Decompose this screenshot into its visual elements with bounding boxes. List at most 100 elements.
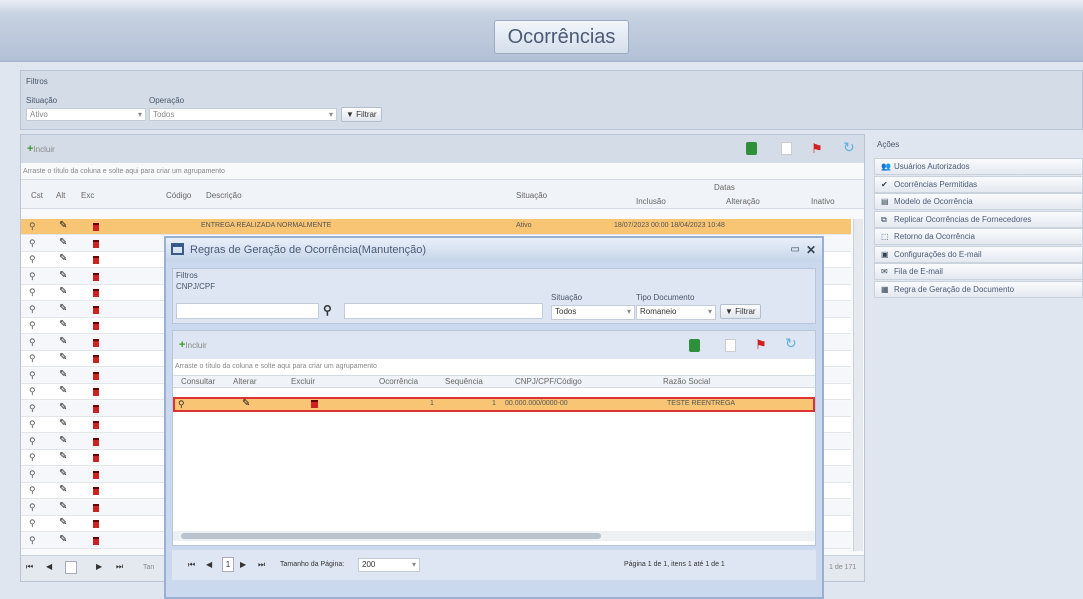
col-header-exc[interactable]: Exc: [81, 191, 94, 200]
next-page-icon[interactable]: ▶: [96, 562, 102, 571]
action-item[interactable]: ▣ Configurações do E-mail: [874, 245, 1083, 263]
pencil-icon[interactable]: ✎: [59, 435, 67, 446]
pencil-icon[interactable]: ✎: [59, 517, 67, 528]
trash-icon[interactable]: [93, 520, 99, 528]
action-item[interactable]: ⬚ Retorno da Ocorrência: [874, 228, 1083, 245]
col-header-razao-social[interactable]: Razão Social: [663, 377, 710, 386]
prev-page-icon[interactable]: ◀: [206, 560, 212, 569]
consultar-icon[interactable]: ⚲: [29, 502, 36, 513]
consultar-icon[interactable]: ⚲: [29, 535, 36, 546]
col-header-ocorrencia[interactable]: Ocorrência: [379, 377, 418, 386]
pencil-icon[interactable]: ✎: [59, 402, 67, 413]
consultar-icon[interactable]: ⚲: [29, 518, 36, 529]
trash-icon[interactable]: [93, 454, 99, 462]
pencil-icon[interactable]: ✎: [59, 418, 67, 429]
scrollbar-thumb[interactable]: [181, 533, 601, 539]
excel-icon[interactable]: [746, 142, 757, 155]
modal-filter-button[interactable]: ▼ Filtrar: [720, 304, 761, 319]
consultar-icon[interactable]: ⚲: [29, 221, 36, 232]
refresh-icon[interactable]: ↻: [843, 139, 855, 156]
pencil-icon[interactable]: ✎: [59, 319, 67, 330]
close-icon[interactable]: ✕: [806, 238, 816, 262]
first-page-icon[interactable]: ⏮: [26, 562, 33, 572]
consultar-icon[interactable]: ⚲: [29, 452, 36, 463]
col-header-alterar[interactable]: Alterar: [233, 377, 257, 386]
pencil-icon[interactable]: ✎: [242, 398, 250, 409]
trash-icon[interactable]: [311, 400, 318, 408]
col-header-cst[interactable]: Cst: [31, 191, 43, 200]
flag-icon[interactable]: ⚑: [811, 141, 823, 157]
next-page-icon[interactable]: ▶: [240, 560, 246, 569]
page-number-box[interactable]: 1: [222, 557, 234, 572]
cnpj-input[interactable]: [176, 303, 319, 319]
action-item[interactable]: ✉ Fila de E-mail: [874, 263, 1083, 280]
horizontal-scrollbar[interactable]: [173, 531, 815, 541]
pencil-icon[interactable]: ✎: [59, 385, 67, 396]
action-item[interactable]: ▤ Modelo de Ocorrência: [874, 193, 1083, 210]
refresh-icon[interactable]: ↻: [785, 335, 797, 352]
maximize-icon[interactable]: ▭: [791, 238, 800, 262]
pencil-icon[interactable]: ✎: [59, 451, 67, 462]
first-page-icon[interactable]: ⏮: [188, 560, 195, 570]
trash-icon[interactable]: [93, 322, 99, 330]
action-item[interactable]: ▦ Regra de Geração de Documento: [874, 280, 1083, 298]
filter-button[interactable]: ▼ Filtrar: [341, 107, 382, 122]
trash-icon[interactable]: [93, 272, 99, 281]
consultar-icon[interactable]: ⚲: [29, 254, 36, 265]
col-header-inativo[interactable]: Inativo: [811, 197, 835, 206]
consultar-icon[interactable]: ⚲: [29, 485, 36, 496]
trash-icon[interactable]: [93, 503, 99, 512]
flag-icon[interactable]: ⚑: [755, 337, 767, 353]
modal-add-button[interactable]: +Incluir: [179, 339, 207, 351]
pencil-icon[interactable]: ✎: [59, 534, 67, 545]
situacao-select[interactable]: Ativo ▾: [26, 108, 146, 121]
action-item[interactable]: ⧉ Replicar Ocorrências de Fornecedores: [874, 210, 1083, 228]
pencil-icon[interactable]: ✎: [59, 286, 67, 297]
trash-icon[interactable]: [93, 404, 99, 413]
page-number-box[interactable]: [65, 561, 77, 574]
consultar-icon[interactable]: ⚲: [29, 337, 36, 348]
pencil-icon[interactable]: ✎: [59, 270, 67, 281]
search-icon[interactable]: ⚲: [323, 303, 332, 317]
trash-icon[interactable]: [93, 256, 99, 264]
trash-icon[interactable]: [93, 470, 99, 479]
consultar-icon[interactable]: ⚲: [29, 370, 36, 381]
consultar-icon[interactable]: ⚲: [29, 403, 36, 414]
table-row[interactable]: ⚲ ✎ ENTREGA REALIZADA NORMALMENTE Ativo 18/0…: [21, 219, 851, 235]
trash-icon[interactable]: [93, 289, 99, 297]
col-header-descricao[interactable]: Descrição: [206, 191, 242, 200]
pencil-icon[interactable]: ✎: [59, 352, 67, 363]
trash-icon[interactable]: [93, 355, 99, 363]
pdf-icon[interactable]: [725, 339, 736, 352]
tipo-documento-select[interactable]: Romaneio ▾: [636, 305, 716, 320]
col-header-situacao[interactable]: Situação: [516, 191, 547, 200]
col-header-inclusao[interactable]: Inclusão: [636, 197, 666, 206]
modal-situacao-select[interactable]: Todos ▾: [551, 305, 635, 320]
last-page-icon[interactable]: ⏭: [258, 560, 265, 570]
col-header-consultar[interactable]: Consultar: [181, 377, 215, 386]
pencil-icon[interactable]: ✎: [59, 237, 67, 248]
col-header-sequencia[interactable]: Sequência: [445, 377, 483, 386]
trash-icon[interactable]: [93, 371, 99, 380]
pencil-icon[interactable]: ✎: [59, 336, 67, 347]
consultar-icon[interactable]: ⚲: [29, 320, 36, 331]
excel-icon[interactable]: [689, 339, 700, 352]
trash-icon[interactable]: [93, 338, 99, 347]
col-header-excluir[interactable]: Excluir: [291, 377, 315, 386]
consultar-icon[interactable]: ⚲: [178, 399, 185, 410]
consultar-icon[interactable]: ⚲: [29, 469, 36, 480]
trash-icon[interactable]: [93, 536, 99, 545]
pdf-icon[interactable]: [781, 142, 792, 155]
trash-icon[interactable]: [93, 388, 99, 396]
operacao-select[interactable]: Todos ▾: [149, 108, 337, 121]
col-header-codigo[interactable]: Código: [166, 191, 191, 200]
pencil-icon[interactable]: ✎: [59, 369, 67, 380]
consultar-icon[interactable]: ⚲: [29, 238, 36, 249]
col-header-alt[interactable]: Alt: [56, 191, 65, 200]
consultar-icon[interactable]: ⚲: [29, 419, 36, 430]
trash-icon[interactable]: [93, 305, 99, 314]
consultar-icon[interactable]: ⚲: [29, 353, 36, 364]
trash-icon[interactable]: [93, 223, 99, 231]
trash-icon[interactable]: [93, 239, 99, 248]
consultar-icon[interactable]: ⚲: [29, 386, 36, 397]
